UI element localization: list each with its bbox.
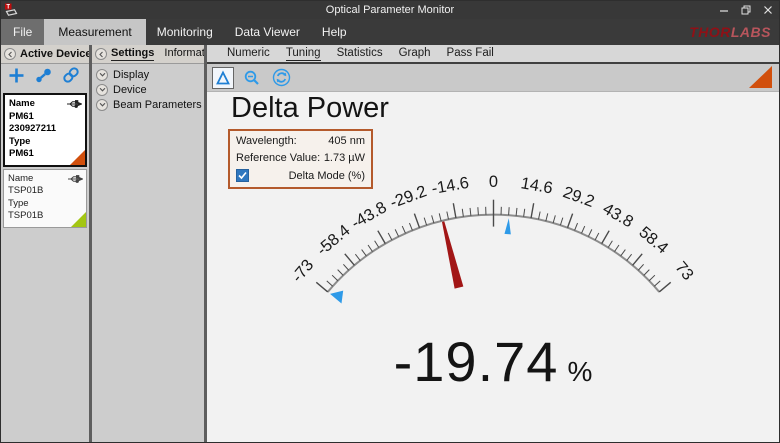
tree-item-display[interactable]: Display — [92, 67, 204, 82]
menu-help[interactable]: Help — [311, 19, 358, 45]
svg-text:73: 73 — [671, 258, 697, 284]
usb-icon — [67, 174, 83, 184]
minimize-button[interactable] — [713, 2, 735, 18]
svg-text:-73: -73 — [288, 256, 317, 286]
device-color-tag — [71, 212, 86, 227]
delta-mode-label: Delta Mode (%) — [289, 170, 365, 182]
add-device-button[interactable] — [8, 67, 25, 89]
svg-text:-14.6: -14.6 — [430, 174, 470, 198]
tree-item-label: Beam Parameters — [113, 99, 202, 111]
menu-measurement[interactable]: Measurement — [44, 19, 145, 45]
device-card-tsp01b[interactable]: Name TSP01B Type TSP01B — [3, 169, 87, 228]
menu-data-viewer[interactable]: Data Viewer — [224, 19, 311, 45]
svg-text:29.2: 29.2 — [561, 183, 597, 211]
tab-pass-fail[interactable]: Pass Fail — [447, 47, 494, 60]
delta-mode-button[interactable] — [212, 67, 234, 89]
menu-monitoring[interactable]: Monitoring — [146, 19, 224, 45]
reference-value: 1.73 µW — [324, 152, 365, 164]
collapse-left-icon[interactable] — [4, 48, 16, 60]
delta-mode-checkbox[interactable] — [236, 169, 249, 182]
device-name: TSP01B — [8, 185, 82, 198]
collapse-middle-icon[interactable] — [95, 48, 107, 60]
svg-text:-58.4: -58.4 — [313, 221, 353, 259]
device-type-label: Type — [8, 198, 82, 211]
view-tabstrip: Numeric Tuning Statistics Graph Pass Fai… — [207, 45, 779, 64]
settings-panel: Settings Information Display Device — [92, 45, 204, 442]
tab-tuning[interactable]: Tuning — [286, 47, 321, 61]
link-device-button[interactable] — [62, 66, 80, 89]
device-toolbar — [1, 64, 89, 91]
tree-item-label: Display — [113, 69, 149, 81]
svg-text:-43.8: -43.8 — [348, 198, 389, 232]
title-bar: T Optical Parameter Monitor — [1, 1, 779, 19]
chevron-down-icon — [96, 99, 108, 111]
chevron-down-icon — [96, 84, 108, 96]
device-card-pm61[interactable]: Name PM61 230927211 Type PM61 — [3, 93, 87, 167]
tab-settings[interactable]: Settings — [111, 47, 154, 61]
svg-text:43.8: 43.8 — [600, 200, 637, 232]
thorlabs-logo: THORLABS — [689, 19, 779, 45]
wavelength-value: 405 nm — [328, 135, 365, 147]
chevron-down-icon — [96, 69, 108, 81]
svg-text:-29.2: -29.2 — [388, 182, 429, 212]
tree-item-beam-parameters[interactable]: Beam Parameters — [92, 97, 204, 112]
measurement-panel: Numeric Tuning Statistics Graph Pass Fai… — [207, 45, 779, 442]
device-color-tag — [70, 150, 85, 165]
close-button[interactable] — [757, 2, 779, 18]
device-name: PM61 230927211 — [9, 111, 81, 136]
wavelength-label: Wavelength: — [236, 135, 297, 147]
device-type-label: Type — [9, 136, 81, 149]
tab-statistics[interactable]: Statistics — [337, 47, 383, 60]
refresh-button[interactable] — [270, 67, 292, 89]
svg-text:0: 0 — [489, 173, 498, 191]
view-toolbar — [207, 64, 779, 92]
svg-text:58.4: 58.4 — [635, 223, 671, 257]
svg-text:14.6: 14.6 — [519, 174, 554, 197]
active-devices-panel: Active Devices — [1, 45, 89, 442]
tuning-content: Delta Power Wavelength: 405 nm Reference… — [207, 92, 779, 442]
measurement-info-box: Wavelength: 405 nm Reference Value: 1.73… — [228, 129, 373, 189]
zoom-out-button[interactable] — [241, 67, 263, 89]
tree-item-label: Device — [113, 84, 147, 96]
reading-value: -19.74 — [394, 329, 559, 394]
restore-button[interactable] — [735, 2, 757, 18]
tab-information[interactable]: Information — [164, 47, 204, 61]
window-title: Optical Parameter Monitor — [1, 4, 779, 16]
active-devices-title: Active Devices — [20, 48, 89, 60]
measurement-reading: -19.74 % — [207, 329, 779, 394]
menu-bar: File Measurement Monitoring Data Viewer … — [1, 19, 779, 45]
page-title: Delta Power — [231, 92, 389, 125]
tab-numeric[interactable]: Numeric — [227, 47, 270, 60]
active-devices-header: Active Devices — [1, 45, 89, 64]
reference-value-label: Reference Value: — [236, 152, 320, 164]
tab-graph[interactable]: Graph — [399, 47, 431, 60]
pair-devices-button[interactable] — [34, 67, 53, 89]
tree-item-device[interactable]: Device — [92, 82, 204, 97]
reading-unit: % — [567, 356, 592, 388]
settings-header: Settings Information — [92, 45, 204, 64]
menu-file[interactable]: File — [1, 19, 44, 45]
usb-icon — [66, 99, 82, 109]
app-window: T Optical Parameter Monitor File Measure… — [0, 0, 780, 443]
selected-device-color-tag — [749, 66, 772, 88]
